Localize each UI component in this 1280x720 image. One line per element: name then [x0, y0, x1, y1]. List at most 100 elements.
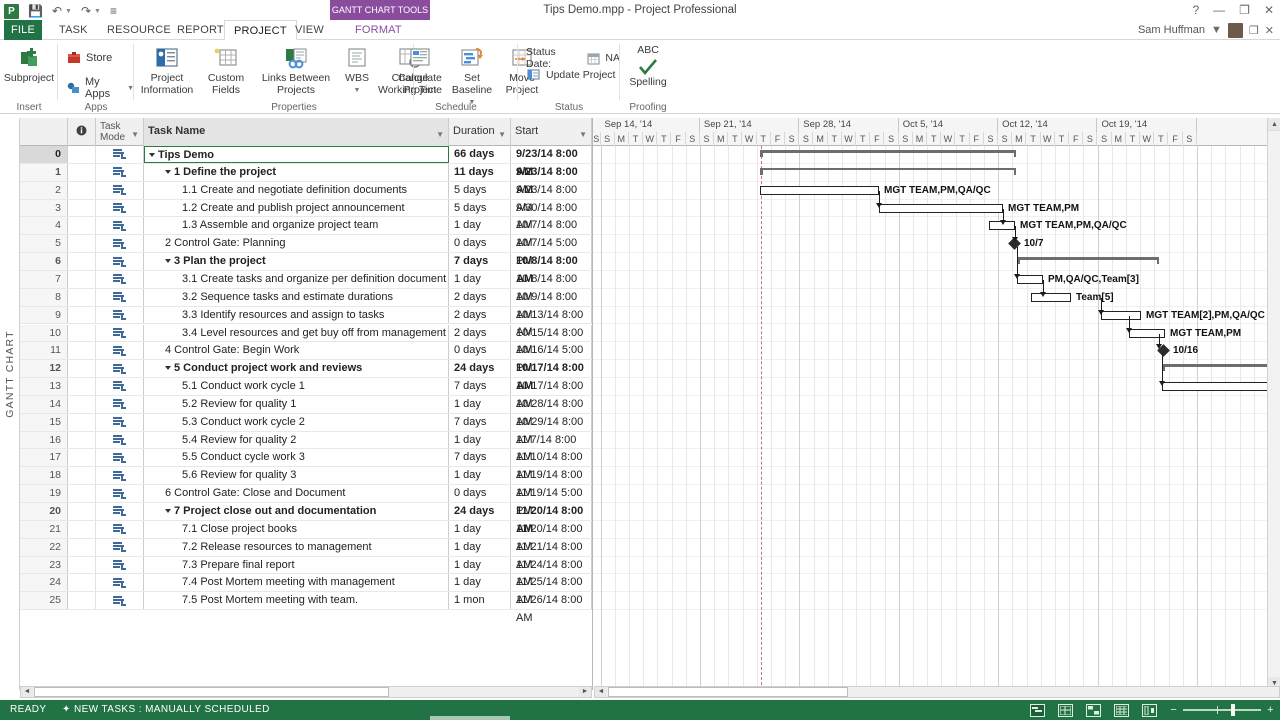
- zoom-out-button[interactable]: −: [1170, 704, 1177, 716]
- row-id-cell[interactable]: 5: [20, 235, 68, 253]
- gantt-summary-bar[interactable]: [1017, 257, 1159, 265]
- row-id-cell[interactable]: 22: [20, 538, 68, 556]
- row-task-mode-cell[interactable]: [96, 199, 144, 217]
- row-indicator-cell[interactable]: [68, 520, 96, 538]
- row-start-cell[interactable]: 10/17/14 8:00 AM: [511, 378, 592, 410]
- row-id-cell[interactable]: 14: [20, 395, 68, 413]
- row-indicator-cell[interactable]: [68, 556, 96, 574]
- row-indicator-cell[interactable]: [68, 342, 96, 360]
- row-start-cell[interactable]: 11/19/14 8:00 AM: [511, 467, 592, 499]
- custom-fields-button[interactable]: Custom Fields: [198, 43, 254, 96]
- row-start-cell[interactable]: 10/7/14 8:00 AM: [511, 217, 592, 249]
- row-duration-cell[interactable]: 11 days: [449, 163, 511, 181]
- row-indicator-cell[interactable]: [68, 431, 96, 449]
- row-task-name-cell[interactable]: 7.2 Release resources to management: [144, 538, 449, 556]
- row-task-name-cell[interactable]: Tips Demo: [144, 146, 449, 163]
- row-indicator-cell[interactable]: [68, 413, 96, 431]
- row-indicator-cell[interactable]: [68, 306, 96, 324]
- row-start-cell[interactable]: 9/23/14 8:00 AM: [511, 181, 592, 214]
- row-task-mode-cell[interactable]: [96, 449, 144, 467]
- gantt-summary-bar[interactable]: [760, 150, 1016, 157]
- task-usage-view-icon[interactable]: [1058, 703, 1074, 717]
- vertical-scrollbar[interactable]: ▲ ▼: [1267, 118, 1280, 690]
- ribbon-close-icon[interactable]: ✕: [1265, 24, 1274, 37]
- row-task-mode-cell[interactable]: [96, 163, 144, 181]
- row-duration-cell[interactable]: 5 days: [449, 199, 511, 217]
- row-id-cell[interactable]: 2: [20, 181, 68, 199]
- tab-view[interactable]: VIEW: [286, 20, 333, 40]
- row-task-name-cell[interactable]: 7.3 Prepare final report: [144, 556, 449, 574]
- row-start-cell[interactable]: 11/20/14 8:00 AM: [511, 520, 592, 553]
- row-duration-cell[interactable]: 1 day: [449, 395, 511, 413]
- row-task-mode-cell[interactable]: [96, 181, 144, 199]
- row-task-mode-cell[interactable]: [96, 592, 144, 610]
- row-task-name-cell[interactable]: 1.3 Assemble and organize project team: [144, 217, 449, 235]
- gantt-row[interactable]: [593, 289, 1280, 307]
- row-task-mode-cell[interactable]: [96, 306, 144, 324]
- project-information-button[interactable]: Project Information: [138, 43, 196, 96]
- ribbon-display-options-icon[interactable]: ❐: [1249, 24, 1259, 37]
- row-task-mode-cell[interactable]: [96, 253, 144, 270]
- zoom-in-button[interactable]: +: [1267, 704, 1274, 716]
- row-task-mode-cell[interactable]: [96, 395, 144, 413]
- row-indicator-cell[interactable]: [68, 181, 96, 199]
- row-id-cell[interactable]: 7: [20, 270, 68, 288]
- row-task-name-cell[interactable]: 1.1 Create and negotiate definition docu…: [144, 181, 449, 199]
- row-task-mode-cell[interactable]: [96, 270, 144, 288]
- row-indicator-cell[interactable]: [68, 324, 96, 342]
- task-mode-sort-icon[interactable]: ▼: [131, 130, 139, 139]
- gantt-row[interactable]: [593, 253, 1280, 271]
- table-row[interactable]: 6 3 Plan the project 7 days 10/8/14 8:00 AM: [20, 253, 592, 285]
- row-duration-cell[interactable]: 1 day: [449, 431, 511, 449]
- table-row[interactable]: 1 1 Define the project 11 days 9/23/14 8:00…: [20, 163, 592, 196]
- table-row[interactable]: 0 Tips Demo 66 days 9/23/14 8:00 AM: [20, 146, 592, 178]
- row-duration-cell[interactable]: 5 days: [449, 181, 511, 199]
- gantt-row[interactable]: [593, 449, 1280, 468]
- minimize-icon[interactable]: —: [1213, 0, 1225, 20]
- scroll-up-button[interactable]: ▲: [1268, 118, 1280, 131]
- table-row[interactable]: 18 5.6 Review for quality 3 1 day 11/19/14 …: [20, 467, 592, 499]
- gantt-row[interactable]: [593, 485, 1280, 503]
- table-row[interactable]: 5 2 Control Gate: Planning 0 days 10/7/14 5…: [20, 235, 592, 267]
- close-icon[interactable]: ✕: [1264, 0, 1274, 20]
- column-header-id[interactable]: [20, 118, 68, 146]
- table-row[interactable]: 20 7 Project close out and documentation 2…: [20, 503, 592, 535]
- row-task-mode-cell[interactable]: [96, 538, 144, 556]
- row-start-cell[interactable]: 11/26/14 8:00 AM: [511, 592, 592, 624]
- table-row[interactable]: 19 6 Control Gate: Close and Document 0 da…: [20, 485, 592, 517]
- table-row[interactable]: 9 3.3 Identify resources and assign to ta…: [20, 306, 592, 338]
- calendar-icon[interactable]: [586, 51, 600, 66]
- gantt-row[interactable]: [593, 557, 1280, 575]
- row-task-mode-cell[interactable]: [96, 431, 144, 449]
- row-task-name-cell[interactable]: 3.3 Identify resources and assign to tas…: [144, 306, 449, 324]
- my-apps-button[interactable]: My Apps ▼: [66, 76, 134, 100]
- links-between-projects-button[interactable]: Links Between Projects: [255, 43, 337, 96]
- row-task-name-cell[interactable]: 5.3 Conduct work cycle 2: [144, 413, 449, 431]
- row-duration-cell[interactable]: 0 days: [449, 342, 511, 360]
- team-planner-view-icon[interactable]: [1086, 703, 1102, 717]
- row-indicator-cell[interactable]: [68, 592, 96, 610]
- gantt-row[interactable]: [593, 235, 1280, 254]
- row-id-cell[interactable]: 20: [20, 503, 68, 520]
- avatar[interactable]: [1227, 22, 1243, 38]
- row-start-cell[interactable]: 10/13/14 8:00 AM: [511, 306, 592, 338]
- row-id-cell[interactable]: 0: [20, 146, 68, 163]
- row-duration-cell[interactable]: 24 days: [449, 360, 511, 378]
- row-task-mode-cell[interactable]: [96, 342, 144, 360]
- row-id-cell[interactable]: 1: [20, 163, 68, 181]
- row-indicator-cell[interactable]: [68, 395, 96, 413]
- row-duration-cell[interactable]: 2 days: [449, 288, 511, 306]
- row-duration-cell[interactable]: 66 days: [449, 146, 511, 163]
- row-indicator-cell[interactable]: [68, 217, 96, 235]
- column-header-start[interactable]: Start ▼: [511, 118, 592, 146]
- row-task-name-cell[interactable]: 5.5 Conduct cycle work 3: [144, 449, 449, 467]
- row-start-cell[interactable]: 11/19/14 5:00 PM: [511, 485, 592, 517]
- row-id-cell[interactable]: 4: [20, 217, 68, 235]
- row-id-cell[interactable]: 3: [20, 199, 68, 217]
- row-task-name-cell[interactable]: 1 Define the project: [144, 163, 449, 181]
- collapse-triangle-icon[interactable]: [165, 366, 171, 371]
- start-sort-icon[interactable]: ▼: [579, 130, 587, 139]
- view-bar-label[interactable]: GANTT CHART: [4, 328, 16, 420]
- spelling-button[interactable]: ABC Spelling: [620, 43, 676, 88]
- gantt-task-bar[interactable]: [1162, 382, 1280, 392]
